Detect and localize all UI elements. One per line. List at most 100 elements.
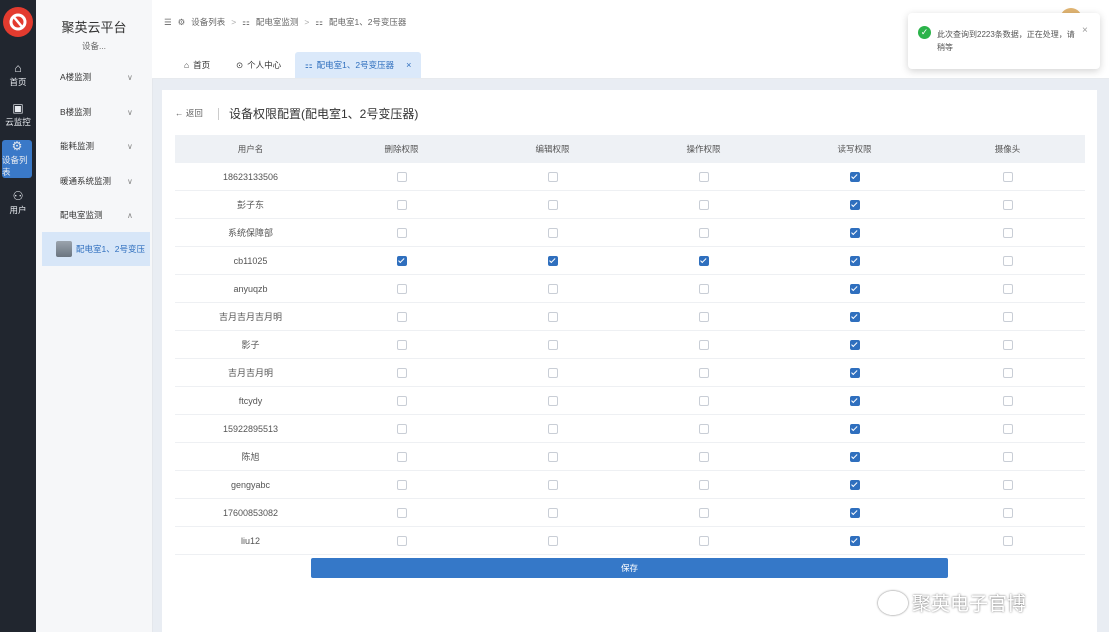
readwrite-checkbox[interactable]: [849, 339, 860, 350]
permission-cell: [326, 442, 477, 471]
permission-cell: [930, 302, 1085, 331]
breadcrumb-item[interactable]: 配电室监测: [256, 16, 299, 28]
edit-checkbox[interactable]: [547, 507, 558, 518]
delete-checkbox[interactable]: [396, 507, 407, 518]
edit-checkbox[interactable]: [547, 311, 558, 322]
edit-checkbox[interactable]: [547, 199, 558, 210]
rail-item-monitor[interactable]: ▣ 云监控: [0, 96, 36, 134]
delete-checkbox[interactable]: [396, 395, 407, 406]
rail-item-users[interactable]: ⚇ 用户: [0, 184, 36, 222]
delete-checkbox[interactable]: [396, 451, 407, 462]
home-icon: ⌂: [14, 61, 22, 75]
edit-checkbox[interactable]: [547, 535, 558, 546]
camera-checkbox[interactable]: [1002, 367, 1013, 378]
delete-checkbox[interactable]: [396, 367, 407, 378]
edit-checkbox[interactable]: [547, 395, 558, 406]
operate-checkbox[interactable]: [698, 367, 709, 378]
camera-checkbox[interactable]: [1002, 479, 1013, 490]
operate-checkbox[interactable]: [698, 451, 709, 462]
delete-checkbox[interactable]: [396, 479, 407, 490]
camera-checkbox[interactable]: [1002, 311, 1013, 322]
readwrite-checkbox[interactable]: [849, 451, 860, 462]
sidebar-item-power-room[interactable]: 配电室监测 ∧: [36, 198, 152, 232]
readwrite-checkbox[interactable]: [849, 311, 860, 322]
delete-checkbox[interactable]: [396, 255, 407, 266]
permission-cell: [930, 470, 1085, 499]
readwrite-checkbox[interactable]: [849, 535, 860, 546]
camera-checkbox[interactable]: [1002, 199, 1013, 210]
camera-checkbox[interactable]: [1002, 451, 1013, 462]
operate-checkbox[interactable]: [698, 255, 709, 266]
readwrite-checkbox[interactable]: [849, 255, 860, 266]
edit-checkbox[interactable]: [547, 479, 558, 490]
edit-checkbox[interactable]: [547, 339, 558, 350]
readwrite-checkbox[interactable]: [849, 423, 860, 434]
operate-checkbox[interactable]: [698, 171, 709, 182]
menu-toggle-icon[interactable]: ☰: [164, 17, 172, 28]
camera-checkbox[interactable]: [1002, 171, 1013, 182]
readwrite-checkbox[interactable]: [849, 395, 860, 406]
operate-checkbox[interactable]: [698, 395, 709, 406]
delete-checkbox[interactable]: [396, 339, 407, 350]
camera-checkbox[interactable]: [1002, 507, 1013, 518]
edit-checkbox[interactable]: [547, 283, 558, 294]
camera-checkbox[interactable]: [1002, 227, 1013, 238]
sidebar-item-energy[interactable]: 能耗监测 ∨: [36, 129, 152, 163]
edit-checkbox[interactable]: [547, 451, 558, 462]
delete-checkbox[interactable]: [396, 311, 407, 322]
permission-cell: [779, 358, 930, 387]
operate-checkbox[interactable]: [698, 311, 709, 322]
delete-checkbox[interactable]: [396, 535, 407, 546]
tab-transformer[interactable]: ⚏ 配电室1、2号变压器 ×: [295, 52, 422, 78]
camera-checkbox[interactable]: [1002, 255, 1013, 266]
edit-checkbox[interactable]: [547, 255, 558, 266]
operate-checkbox[interactable]: [698, 535, 709, 546]
operate-checkbox[interactable]: [698, 507, 709, 518]
operate-checkbox[interactable]: [698, 227, 709, 238]
rail-item-home[interactable]: ⌂ 首页: [0, 56, 36, 94]
camera-checkbox[interactable]: [1002, 339, 1013, 350]
close-icon[interactable]: ×: [1082, 25, 1088, 36]
delete-checkbox[interactable]: [396, 199, 407, 210]
close-icon[interactable]: ×: [406, 60, 411, 70]
operate-checkbox[interactable]: [698, 283, 709, 294]
operate-checkbox[interactable]: [698, 479, 709, 490]
readwrite-checkbox[interactable]: [849, 227, 860, 238]
edit-checkbox[interactable]: [547, 171, 558, 182]
delete-checkbox[interactable]: [396, 283, 407, 294]
camera-checkbox[interactable]: [1002, 395, 1013, 406]
delete-checkbox[interactable]: [396, 227, 407, 238]
edit-checkbox[interactable]: [547, 227, 558, 238]
column-header-username: 用户名: [175, 135, 326, 163]
permission-cell: [628, 302, 779, 331]
camera-checkbox[interactable]: [1002, 283, 1013, 294]
readwrite-checkbox[interactable]: [849, 283, 860, 294]
readwrite-checkbox[interactable]: [849, 199, 860, 210]
operate-checkbox[interactable]: [698, 339, 709, 350]
camera-checkbox[interactable]: [1002, 423, 1013, 434]
readwrite-checkbox[interactable]: [849, 479, 860, 490]
sidebar-subitem-transformer[interactable]: 配电室1、2号变压: [42, 232, 150, 266]
operate-checkbox[interactable]: [698, 423, 709, 434]
delete-checkbox[interactable]: [396, 171, 407, 182]
readwrite-checkbox[interactable]: [849, 507, 860, 518]
tab-profile[interactable]: ⊙ 个人中心: [232, 52, 285, 78]
sidebar-item-hvac[interactable]: 暖通系统监测 ∨: [36, 164, 152, 198]
delete-checkbox[interactable]: [396, 423, 407, 434]
camera-checkbox[interactable]: [1002, 535, 1013, 546]
readwrite-checkbox[interactable]: [849, 367, 860, 378]
save-button[interactable]: 保存: [311, 558, 948, 578]
logo-icon[interactable]: [3, 7, 33, 37]
edit-checkbox[interactable]: [547, 367, 558, 378]
back-button[interactable]: ← 返回: [175, 107, 203, 119]
sidebar-item-b-building[interactable]: B楼监测 ∨: [36, 95, 152, 129]
tab-home[interactable]: ⌂ 首页: [180, 52, 214, 78]
readwrite-checkbox[interactable]: [849, 171, 860, 182]
edit-checkbox[interactable]: [547, 423, 558, 434]
permission-cell: [628, 358, 779, 387]
rail-item-device-list[interactable]: ⚙ 设备列表: [2, 140, 32, 178]
breadcrumb-item[interactable]: 设备列表: [191, 16, 225, 28]
grid-icon: ⚏: [315, 16, 323, 27]
sidebar-item-a-building[interactable]: A楼监测 ∨: [36, 60, 152, 94]
operate-checkbox[interactable]: [698, 199, 709, 210]
